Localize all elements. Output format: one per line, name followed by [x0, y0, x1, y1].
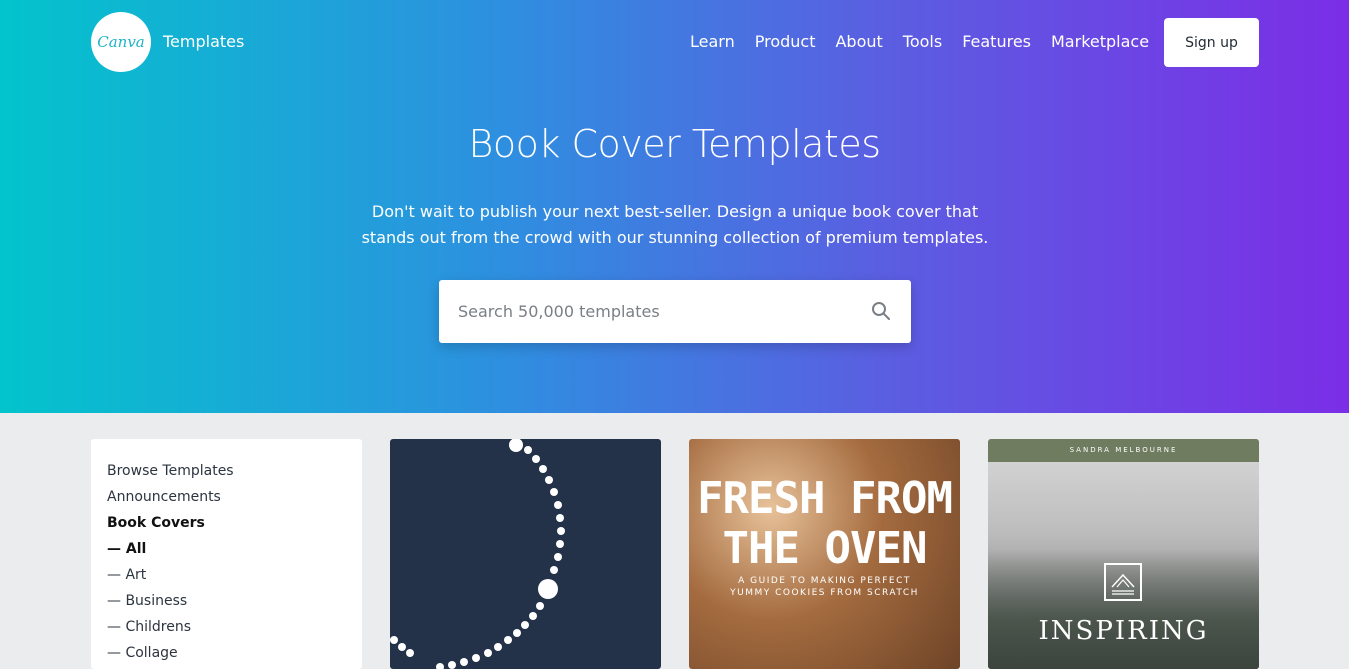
- card-headline: INSPIRING: [1038, 616, 1209, 646]
- sidebar-item-art[interactable]: — Art: [107, 562, 346, 588]
- sign-up-button[interactable]: Sign up: [1164, 18, 1259, 67]
- search-icon[interactable]: [871, 301, 891, 321]
- card-subline-2: YUMMY COOKIES FROM SCRATCH: [730, 588, 919, 598]
- template-card-inspiring[interactable]: SANDRA MELBOURNE INSPIRING: [988, 439, 1259, 669]
- mountain-emblem-icon: [1104, 563, 1142, 601]
- category-sidebar: Browse Templates Announcements Book Cove…: [91, 439, 362, 669]
- nav-features[interactable]: Features: [962, 32, 1031, 51]
- card-subline-1: A GUIDE TO MAKING PERFECT: [738, 576, 911, 586]
- nav-about[interactable]: About: [835, 32, 882, 51]
- canva-logo[interactable]: Canva: [91, 12, 151, 72]
- sidebar-item-browse-templates[interactable]: Browse Templates: [107, 458, 346, 484]
- subtitle-line-1: Don't wait to publish your next best-sel…: [371, 202, 979, 221]
- hero-banner: Canva Templates Learn Product About Tool…: [0, 0, 1349, 413]
- sidebar-item-childrens[interactable]: — Childrens: [107, 614, 346, 640]
- sidebar-item-all[interactable]: — All: [107, 536, 346, 562]
- sidebar-item-collage[interactable]: — Collage: [107, 640, 346, 666]
- nav-marketplace[interactable]: Marketplace: [1051, 32, 1149, 51]
- nav-tools[interactable]: Tools: [903, 32, 942, 51]
- sidebar-item-book-covers[interactable]: Book Covers: [107, 510, 346, 536]
- card-headline-2: THE OVEN: [722, 523, 928, 574]
- card-author: SANDRA MELBOURNE: [988, 439, 1259, 462]
- template-card-fresh-from-the-oven[interactable]: FRESH FROM THE OVEN A GUIDE TO MAKING PE…: [689, 439, 960, 669]
- sidebar-item-business[interactable]: — Business: [107, 588, 346, 614]
- search-input[interactable]: [458, 302, 858, 321]
- brand-subtitle[interactable]: Templates: [163, 32, 244, 51]
- pearl-necklace-image: [390, 439, 565, 669]
- template-card-pearls[interactable]: [390, 439, 661, 669]
- card-headline-1: FRESH FROM: [697, 473, 953, 524]
- sidebar-item-announcements[interactable]: Announcements: [107, 484, 346, 510]
- page-subtitle: Don't wait to publish your next best-sel…: [355, 199, 995, 251]
- search-box: [439, 280, 911, 343]
- page-title: Book Cover Templates: [468, 122, 881, 166]
- subtitle-line-2: stands out from the crowd with our stunn…: [361, 228, 989, 247]
- nav-product[interactable]: Product: [755, 32, 816, 51]
- nav-learn[interactable]: Learn: [690, 32, 735, 51]
- main-nav: Learn Product About Tools Features Marke…: [690, 32, 1169, 51]
